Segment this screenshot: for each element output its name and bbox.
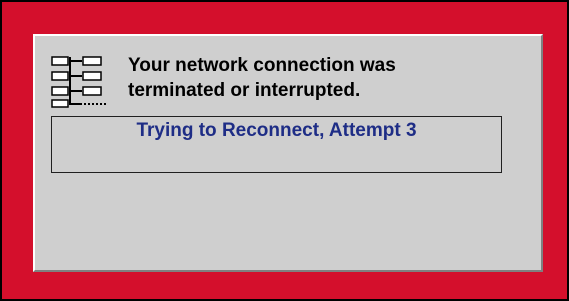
- network-tree-icon: [51, 56, 106, 108]
- dialog-frame: Your network connection was terminated o…: [0, 0, 569, 301]
- dialog-panel: Your network connection was terminated o…: [33, 34, 543, 272]
- reconnect-status-box: Trying to Reconnect, Attempt 3: [51, 116, 502, 173]
- connection-message: Your network connection was terminated o…: [128, 53, 508, 103]
- reconnect-status-text: Trying to Reconnect, Attempt 3: [136, 120, 417, 141]
- message-line-1: Your network connection was: [128, 55, 396, 76]
- message-line-2: terminated or interrupted.: [128, 80, 361, 101]
